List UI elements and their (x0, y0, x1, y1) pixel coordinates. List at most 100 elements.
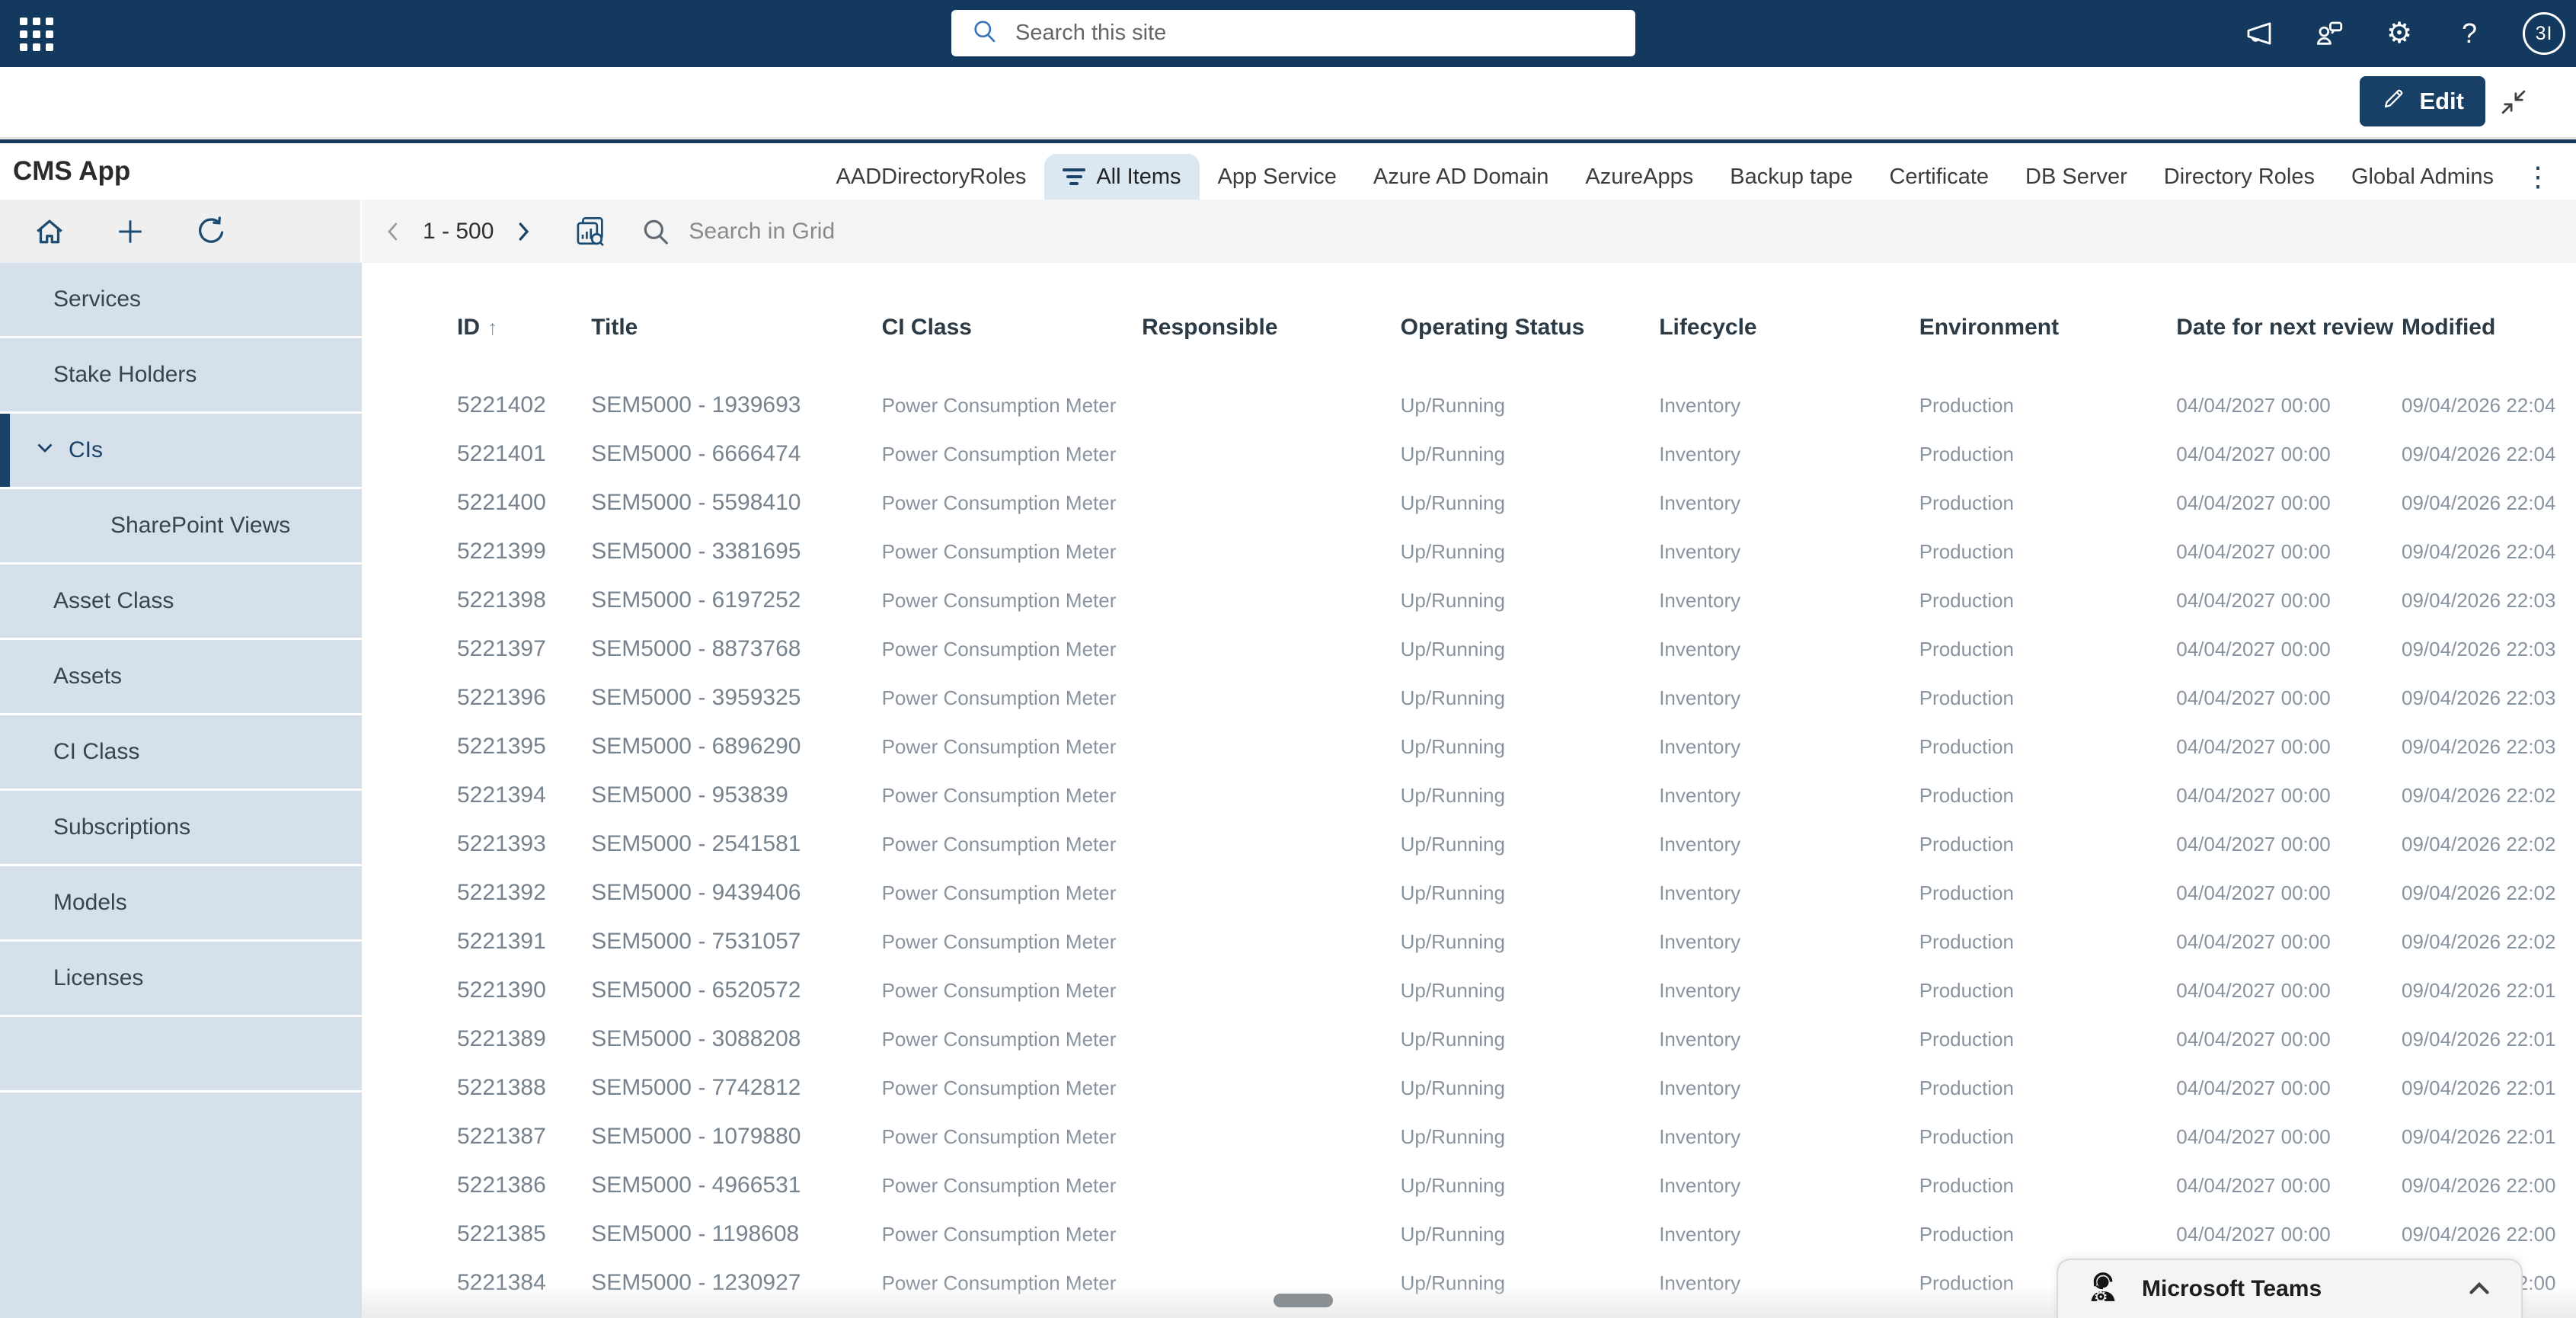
account-avatar[interactable]: 3I (2523, 12, 2565, 55)
megaphone-icon[interactable] (2242, 17, 2276, 50)
table-row[interactable]: 5221397 SEM5000 - 8873768 Power Consumptio… (362, 625, 2576, 673)
cell-ci_class: Power Consumption Meter (881, 637, 1117, 661)
tabs-overflow-icon[interactable]: ⋮ (2512, 154, 2564, 200)
cell-lifecycle: Inventory (1659, 1222, 1741, 1246)
table-row[interactable]: 5221392 SEM5000 - 9439406 Power Consumptio… (362, 869, 2576, 917)
collapse-icon[interactable] (2495, 84, 2532, 120)
tab-app-service[interactable]: App Service (1200, 154, 1355, 200)
cell-modified: 09/04/2026 22:03 (2401, 637, 2556, 661)
home-icon[interactable] (32, 214, 67, 249)
settings-gear-icon[interactable]: ⚙ (2383, 17, 2416, 50)
tab-db-server[interactable]: DB Server (2007, 154, 2146, 200)
table-row[interactable]: 5221402 SEM5000 - 1939693 Power Consumptio… (362, 381, 2576, 430)
table-row[interactable]: 5221399 SEM5000 - 3381695 Power Consumptio… (362, 527, 2576, 576)
grid-search-input[interactable]: Search in Grid (689, 219, 835, 245)
cell-environment: Production (1919, 491, 2015, 514)
sidebar-item-assets[interactable]: Assets (0, 640, 362, 715)
tab-azureapps[interactable]: AzureApps (1567, 154, 1711, 200)
cell-environment: Production (1919, 686, 2015, 709)
tab-certificate[interactable]: Certificate (1871, 154, 2007, 200)
table-row[interactable]: 5221389 SEM5000 - 3088208 Power Consumptio… (362, 1015, 2576, 1064)
help-icon[interactable]: ? (2453, 17, 2486, 50)
cell-next_review: 04/04/2027 00:00 (2176, 1124, 2331, 1148)
table-row[interactable]: 5221386 SEM5000 - 4966531 Power Consumptio… (362, 1161, 2576, 1210)
cell-modified: 09/04/2026 22:04 (2401, 539, 2556, 563)
sidebar-item-stake-holders[interactable]: Stake Holders (0, 338, 362, 414)
table-row[interactable]: 5221385 SEM5000 - 1198608 Power Consumptio… (362, 1210, 2576, 1259)
table-row[interactable]: 5221400 SEM5000 - 5598410 Power Consumptio… (362, 478, 2576, 527)
sidebar-item-label: Asset Class (53, 588, 174, 613)
next-page-icon[interactable] (506, 214, 541, 249)
cell-id: 5221395 (457, 734, 546, 759)
cell-id: 5221386 (457, 1172, 546, 1198)
sidebar-item-licenses[interactable]: Licenses (0, 942, 362, 1017)
svg-text:⚙: ⚙ (2094, 1288, 2108, 1306)
column-header-title[interactable]: Title (591, 315, 881, 341)
cell-modified: 09/04/2026 22:02 (2401, 783, 2556, 807)
column-header-lifecycle[interactable]: Lifecycle (1659, 315, 1919, 341)
column-header-responsible[interactable]: Responsible (1142, 315, 1401, 341)
refresh-icon[interactable] (193, 214, 229, 249)
cell-title: SEM5000 - 5598410 (591, 490, 801, 515)
toolbar-left (0, 200, 360, 263)
column-header-id[interactable]: ID ↑ (457, 315, 591, 341)
table-row[interactable]: 5221394 SEM5000 - 953839 Power Consumption… (362, 771, 2576, 820)
grid-toolbar: 1 - 500 Search in Grid (0, 200, 2576, 263)
tab-global-admins[interactable]: Global Admins (2333, 154, 2512, 200)
search-icon[interactable] (638, 214, 673, 249)
column-header-environment[interactable]: Environment (1919, 315, 2177, 341)
sidebar-item-label: Stake Holders (53, 362, 197, 387)
tab-aaddirectoryroles[interactable]: AADDirectoryRoles (818, 154, 1045, 200)
sidebar-item-label: Assets (53, 664, 123, 689)
tab-azure-ad-domain[interactable]: Azure AD Domain (1355, 154, 1568, 200)
table-row[interactable]: 5221401 SEM5000 - 6666474 Power Consumptio… (362, 430, 2576, 478)
cell-environment: Production (1919, 1173, 2015, 1197)
support-agent-icon: ⚙ (2084, 1268, 2122, 1310)
app-launcher-icon[interactable] (20, 18, 53, 51)
sidebar-item-sharepoint-views[interactable]: SharePoint Views (0, 489, 362, 565)
table-row[interactable]: 5221393 SEM5000 - 2541581 Power Consumptio… (362, 820, 2576, 869)
column-header-ci_class[interactable]: CI Class (882, 315, 1143, 341)
column-header-operating_status[interactable]: Operating Status (1401, 315, 1660, 341)
cell-title: SEM5000 - 1939693 (591, 392, 801, 417)
cell-title: SEM5000 - 3381695 (591, 539, 801, 564)
tab-directory-roles[interactable]: Directory Roles (2146, 154, 2333, 200)
chevron-up-icon[interactable] (2463, 1273, 2495, 1305)
sidebar-item-asset-class[interactable]: Asset Class (0, 565, 362, 640)
sidebar-item-cis[interactable]: CIs (0, 414, 362, 489)
sidebar-item-subscriptions[interactable]: Subscriptions (0, 791, 362, 866)
horizontal-scrollbar-thumb[interactable] (1274, 1294, 1333, 1307)
cell-id: 5221398 (457, 587, 546, 613)
person-feedback-icon[interactable] (2312, 17, 2346, 50)
sidebar-item-label: Models (53, 890, 127, 915)
table-row[interactable]: 5221391 SEM5000 - 7531057 Power Consumptio… (362, 917, 2576, 966)
sidebar-item-ci-class[interactable]: CI Class (0, 715, 362, 791)
cell-lifecycle: Inventory (1659, 491, 1741, 514)
cell-title: SEM5000 - 6666474 (591, 441, 801, 466)
column-header-next_review[interactable]: Date for next review (2176, 315, 2402, 341)
sidebar-item-services[interactable]: Services (0, 263, 362, 338)
tab-backup-tape[interactable]: Backup tape (1711, 154, 1871, 200)
table-row[interactable]: 5221396 SEM5000 - 3959325 Power Consumptio… (362, 673, 2576, 722)
tab-all-items[interactable]: All Items (1044, 154, 1200, 200)
site-search-input[interactable]: Search this site (951, 10, 1635, 56)
table-row[interactable]: 5221387 SEM5000 - 1079880 Power Consumptio… (362, 1112, 2576, 1161)
cell-environment: Production (1919, 442, 2015, 465)
add-icon[interactable] (113, 214, 148, 249)
sidebar-item-label: CIs (69, 437, 103, 462)
cell-next_review: 04/04/2027 00:00 (2176, 637, 2331, 661)
column-header-modified[interactable]: Modified (2402, 315, 2576, 341)
table-row[interactable]: 5221398 SEM5000 - 6197252 Power Consumptio… (362, 576, 2576, 625)
table-row[interactable]: 5221388 SEM5000 - 7742812 Power Consumptio… (362, 1064, 2576, 1112)
cell-next_review: 04/04/2027 00:00 (2176, 734, 2331, 758)
table-row[interactable]: 5221395 SEM5000 - 6896290 Power Consumptio… (362, 722, 2576, 771)
report-search-icon[interactable] (573, 214, 608, 249)
tab-label: All Items (1096, 164, 1181, 189)
cell-id: 5221396 (457, 685, 546, 710)
prev-page-icon[interactable] (376, 214, 411, 249)
teams-chat-widget[interactable]: ⚙ Microsoft Teams (2057, 1259, 2523, 1318)
sidebar-item-models[interactable]: Models (0, 866, 362, 942)
cell-operating_status: Up/Running (1400, 393, 1505, 417)
table-row[interactable]: 5221390 SEM5000 - 6520572 Power Consumptio… (362, 966, 2576, 1015)
edit-button[interactable]: Edit (2360, 76, 2485, 126)
